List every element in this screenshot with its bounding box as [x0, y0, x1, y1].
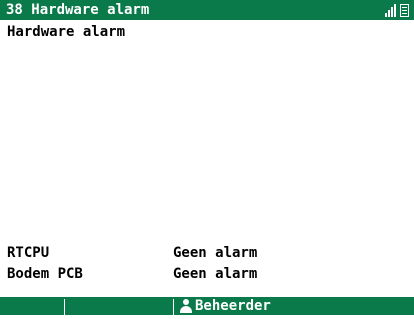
status-icons	[385, 3, 409, 17]
page-heading: Hardware alarm	[7, 24, 126, 40]
softkey-beheerder[interactable]: Beheerder	[174, 297, 314, 315]
alarm-status: Geen alarm	[173, 266, 258, 282]
softkey-2[interactable]	[65, 297, 173, 315]
alarm-label: RTCPU	[7, 245, 50, 261]
signal-strength-icon	[385, 3, 396, 17]
alarm-status: Geen alarm	[173, 245, 258, 261]
screen-title: 38 Hardware alarm	[6, 2, 150, 18]
softkey-4[interactable]	[315, 297, 414, 315]
title-bar: 38 Hardware alarm	[0, 0, 414, 20]
softkey-bar: Beheerder	[0, 297, 414, 315]
softkey-1[interactable]	[0, 297, 64, 315]
alarm-label: Bodem PCB	[7, 266, 83, 282]
user-icon	[179, 299, 193, 313]
softkey-label: Beheerder	[195, 298, 271, 314]
document-icon	[400, 4, 409, 17]
